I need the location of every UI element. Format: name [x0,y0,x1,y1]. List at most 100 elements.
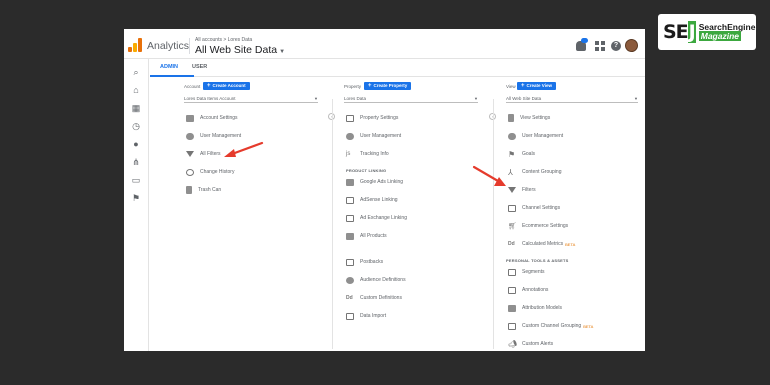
adx-icon [346,214,354,222]
sidebar-item-change-history[interactable]: Change History [186,167,234,177]
users-icon [186,132,194,140]
sidebar-item-ecommerce-settings[interactable]: 🛒︎ Ecommerce Settings [508,221,568,231]
top-bar: Analytics All accounts > Lores Data All … [124,29,645,59]
sidebar-item-attribution-models[interactable]: Attribution Models [508,303,562,313]
personal-tools-label: PERSONAL TOOLS & ASSETS [506,258,569,263]
sidebar-item-filters[interactable]: Filters [508,185,536,195]
sidebar-item-property-settings[interactable]: Property Settings [346,113,398,123]
acquisition-icon[interactable]: ⋔ [131,157,141,167]
create-property-button[interactable]: + Create Property [364,82,412,90]
left-nav: ⌕ ⌂ ▦ ◷ ● ⋔ ▭ ⚑ [124,59,149,351]
history-icon [186,168,194,176]
import-icon [346,312,354,320]
audience-icon [346,276,354,284]
annotation-arrow-filters [472,165,506,186]
view-selector-dropdown[interactable]: All Web Site Data ▼ [506,95,638,103]
sej-logo-text: SearchEngine Magazine [698,22,756,41]
app-name: Analytics [147,40,190,52]
sidebar-item-property-user-management[interactable]: User Management [346,131,401,141]
postback-icon [346,258,354,266]
sidebar-item-ad-exchange-linking[interactable]: Ad Exchange Linking [346,213,407,223]
channel-icon [508,204,516,212]
customization-icon[interactable]: ▦ [131,103,141,113]
audience-person-icon[interactable]: ● [131,139,141,149]
conversions-flag-icon[interactable]: ⚑ [131,193,141,203]
column-divider [493,99,494,349]
view-selector[interactable]: All Web Site Data ▼ [195,44,285,56]
sidebar-item-all-filters[interactable]: All Filters [186,149,221,159]
analytics-screenshot: Analytics All accounts > Lores Data All … [124,29,645,351]
apps-grid-icon[interactable] [595,41,605,51]
search-icon[interactable]: ⌕ [131,67,141,77]
sidebar-item-channel-settings[interactable]: Channel Settings [508,203,560,213]
code-icon: js [346,150,351,157]
create-account-button[interactable]: + Create Account [203,82,250,90]
adsense-icon [346,196,354,204]
tab-user[interactable]: USER [192,64,207,70]
account-column: Account + Create Account Lores Data Items… [150,77,320,351]
product-linking-label: PRODUCT LINKING [346,168,387,173]
sidebar-item-data-import[interactable]: Data Import [346,311,386,321]
create-view-button[interactable]: + Create View [517,82,556,90]
sidebar-item-audience-definitions[interactable]: Audience Definitions [346,275,406,285]
custom-channel-icon [508,322,516,330]
sidebar-item-google-ads-linking[interactable]: Google Ads Linking [346,177,403,187]
account-heading: Account [184,84,201,89]
tab-admin[interactable]: ADMIN [160,64,178,70]
breadcrumb[interactable]: All accounts > Lores Data [195,37,252,43]
annotation-arrow-all-filters [224,141,264,157]
behavior-icon[interactable]: ▭ [131,175,141,185]
sidebar-item-postbacks[interactable]: Postbacks [346,257,383,267]
grouping-icon: ⅄ [508,167,513,177]
sidebar-item-view-settings[interactable]: View Settings [508,113,550,123]
beta-badge: BETA [565,241,576,247]
header-divider [189,38,190,54]
sidebar-item-trash-can[interactable]: Trash Can [186,185,221,195]
sidebar-item-goals[interactable]: ⚑ Goals [508,149,535,159]
ads-icon [346,178,354,186]
property-column: Property + Create Property Lores Data ▼ Pr… [338,77,488,351]
help-icon[interactable]: ? [611,41,621,51]
segments-icon [508,268,516,276]
sidebar-item-custom-definitions[interactable]: Dd Custom Definitions [346,293,402,303]
sidebar-item-custom-alerts[interactable]: 📣︎ Custom Alerts [508,339,553,349]
dd-icon: Dd [346,294,353,301]
sej-logo: SEJ SearchEngine Magazine [658,14,756,50]
sidebar-item-adsense-linking[interactable]: AdSense Linking [346,195,398,205]
column-divider [332,99,333,349]
notification-badge [581,38,588,43]
realtime-clock-icon[interactable]: ◷ [131,121,141,131]
view-title: All Web Site Data [195,44,278,56]
chevron-down-icon: ▼ [634,96,638,101]
account-selector[interactable]: Lores Data Items Account ▼ [184,95,318,103]
view-column: View + Create View All Web Site Data ▼ Vie… [500,77,645,351]
building-icon [186,114,194,122]
annotation-icon [508,286,516,294]
users-icon [508,132,516,140]
sidebar-item-account-user-management[interactable]: User Management [186,131,241,141]
sidebar-item-custom-channel-grouping[interactable]: Custom Channel Grouping BETA [508,321,593,331]
sidebar-item-content-grouping[interactable]: ⅄ Content Grouping [508,167,561,177]
sidebar-item-tracking-info[interactable]: js Tracking Info [346,149,389,159]
filter-icon [186,151,194,157]
property-heading: Property [344,84,362,89]
sidebar-item-calculated-metrics[interactable]: Dd Calculated Metrics BETA [508,239,575,249]
sidebar-item-annotations[interactable]: Annotations [508,285,548,295]
sidebar-item-all-products[interactable]: All Products [346,231,387,241]
chevron-down-icon: ▼ [314,96,318,101]
home-icon[interactable]: ⌂ [131,85,141,95]
admin-tabs: ADMIN USER [150,59,645,77]
dd-icon: Dd [508,240,515,247]
sej-logo-mark: SEJ [663,21,696,43]
sidebar-item-view-user-management[interactable]: User Management [508,131,563,141]
sidebar-item-account-settings[interactable]: Account Settings [186,113,238,123]
doc-icon [508,114,514,122]
analytics-logo-icon[interactable] [128,38,142,52]
products-icon [346,232,354,240]
sidebar-item-segments[interactable]: Segments [508,267,545,277]
chevron-down-icon: ▼ [279,49,286,55]
settings-doc-icon [346,114,354,122]
property-selector[interactable]: Lores Data ▼ [344,95,478,103]
avatar[interactable] [625,39,638,52]
beta-badge: BETA [583,323,594,329]
